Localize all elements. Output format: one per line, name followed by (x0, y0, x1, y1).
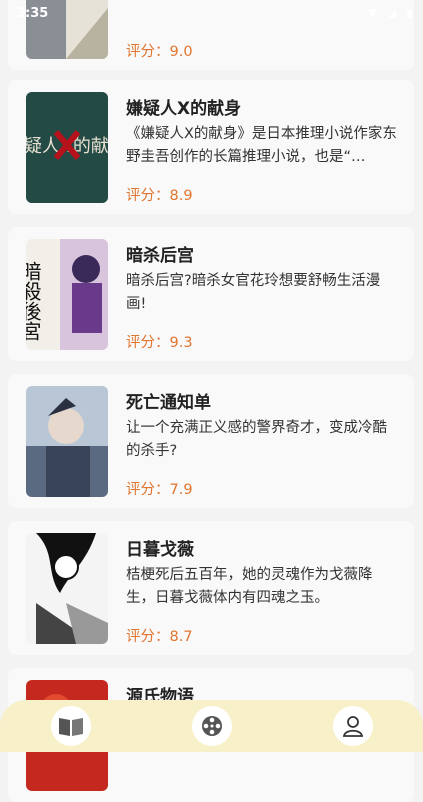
cover-title-char: 暗殺後宮 (26, 261, 42, 341)
book-rating: 评分：7.9 (126, 482, 193, 498)
user-icon (342, 716, 364, 737)
book-description: 让一个充满正义感的警界奇才，变成冷酷的杀手? (126, 420, 387, 459)
book-cover (26, 533, 108, 644)
book-rating: 评分：9.0 (126, 44, 193, 60)
book-cover: 暗殺後宮 (26, 239, 108, 350)
book-cover (26, 386, 108, 497)
status-bar: 3:35 ▼ ◢ ▮ (0, 0, 423, 28)
book-icon (59, 718, 83, 736)
book-cover: 疑人X的献 (26, 92, 108, 203)
book-title: 死亡通知单 (126, 393, 211, 413)
signal-icon: ◢ (387, 6, 397, 20)
battery-icon: ▮ (406, 6, 413, 20)
book-description: 桔梗死后五百年，她的灵魂作为戈薇降生，日暮戈薇体内有四魂之玉。 (126, 567, 373, 606)
book-description: 暗杀后宫?暗杀女官花玲想要舒畅生活漫画! (126, 273, 381, 312)
nav-books-button[interactable] (51, 706, 91, 746)
book-rating: 评分：9.3 (126, 335, 193, 351)
book-card[interactable]: 疑人X的献 嫌疑人X的献身 《嫌疑人X的献身》是日本推理小说作家东野圭吾创作的长… (8, 80, 414, 214)
book-rating: 评分：8.9 (126, 188, 193, 204)
bottom-nav (0, 700, 423, 752)
nav-profile-button[interactable] (333, 706, 373, 746)
status-time: 3:35 (16, 6, 49, 21)
wifi-icon: ▼ (368, 6, 378, 20)
book-description: 《嫌疑人X的献身》是日本推理小说作家东野圭吾创作的长篇推理小说，也是“… (126, 126, 397, 165)
book-card[interactable]: 日暮戈薇 桔梗死后五百年，她的灵魂作为戈薇降生，日暮戈薇体内有四魂之玉。 评分：… (8, 521, 414, 655)
book-card[interactable]: 暗殺後宮 暗杀后宫 暗杀后宫?暗杀女官花玲想要舒畅生活漫画! 评分：9.3 (8, 227, 414, 361)
book-title: 嫌疑人X的献身 (126, 99, 242, 119)
nav-video-button[interactable] (192, 706, 232, 746)
status-icons: ▼ ◢ ▮ (362, 6, 413, 20)
film-reel-icon (202, 716, 222, 736)
book-card[interactable]: 死亡通知单 让一个充满正义感的警界奇才，变成冷酷的杀手? 评分：7.9 (8, 374, 414, 508)
book-title: 暗杀后宫 (126, 246, 194, 266)
book-title: 日暮戈薇 (126, 540, 194, 560)
book-rating: 评分：8.7 (126, 629, 193, 645)
